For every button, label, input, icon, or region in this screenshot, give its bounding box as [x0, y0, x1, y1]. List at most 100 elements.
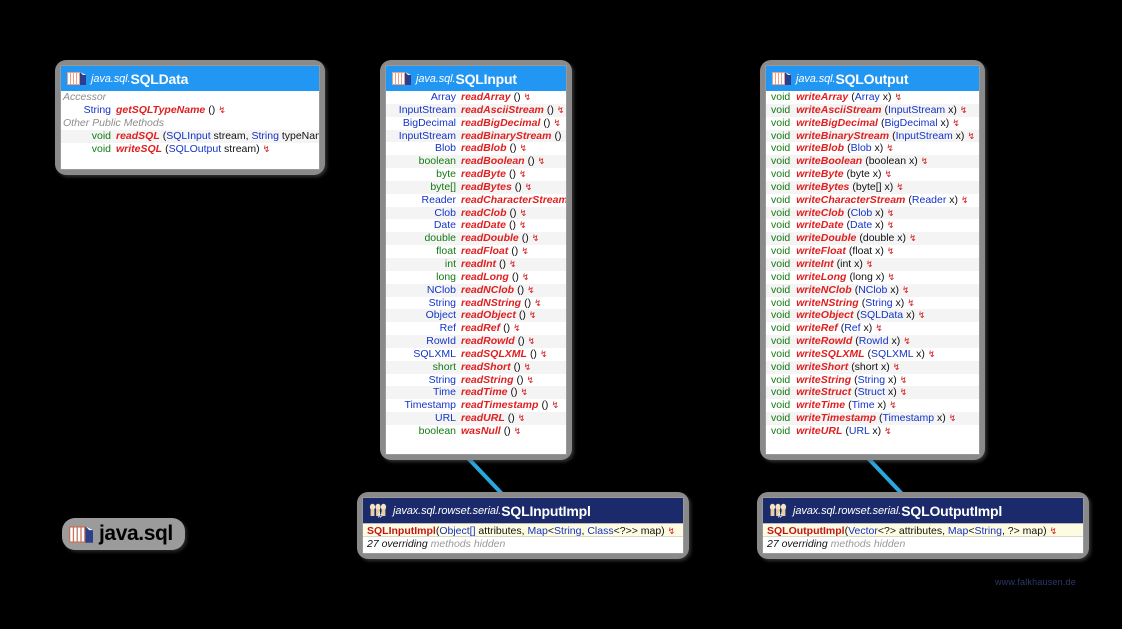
header-sqloutputimpl: # javax.sql.rowset.serial. SQLOutputImpl: [763, 498, 1083, 523]
method-name: writeClob: [796, 206, 845, 219]
return-type: void: [771, 412, 791, 425]
method-name: writeTime: [796, 399, 846, 412]
method-row[interactable]: float readFloat() ↯: [386, 245, 566, 258]
method-row[interactable]: RowId readRowId() ↯: [386, 335, 566, 348]
method-row[interactable]: void writeObject (SQLData x) ↯: [766, 309, 979, 323]
method-row[interactable]: void writeRef (Ref x) ↯: [766, 322, 979, 335]
method-row[interactable]: void writeSQL (SQLOutput stream) ↯: [61, 143, 319, 156]
class-box-sqloutput[interactable]: java.sql. SQLOutput void writeArray (Array…: [760, 60, 985, 460]
method-row[interactable]: Date readDate() ↯: [386, 219, 566, 232]
return-type: boolean: [418, 424, 456, 437]
method-name: writeFloat: [796, 245, 846, 258]
constructor-name: SQLOutputImpl: [767, 525, 845, 537]
method-row[interactable]: void writeByte (byte x) ↯: [766, 168, 979, 181]
method-name: readFloat: [461, 245, 509, 258]
method-args: (): [516, 373, 524, 386]
method-row[interactable]: Timestamp readTimestamp() ↯: [386, 399, 566, 412]
throws-icon: ↯: [952, 117, 960, 128]
method-name: writeBigDecimal: [796, 116, 878, 129]
throws-icon: ↯: [886, 143, 894, 154]
method-name: writeString: [796, 373, 852, 386]
pins-icon: #: [769, 503, 788, 520]
method-row[interactable]: Ref readRef() ↯: [386, 322, 566, 335]
class-box-sqlinput[interactable]: java.sql. SQLInput Array readArray() ↯ Inpu…: [380, 60, 572, 460]
constructor-row[interactable]: SQLOutputImpl(Vector<?> attributes, Map<…: [763, 523, 1083, 537]
hidden-methods-row[interactable]: 27 overriding methods hidden: [763, 537, 1083, 551]
method-row[interactable]: void writeRowId (RowId x) ↯: [766, 335, 979, 348]
method-row[interactable]: void writeStruct (Struct x) ↯: [766, 386, 979, 400]
method-row[interactable]: void writeDate (Date x) ↯: [766, 219, 979, 232]
method-row[interactable]: long readLong() ↯: [386, 271, 566, 284]
method-row[interactable]: short readShort() ↯: [386, 360, 566, 374]
method-name: writeAsciiStream: [796, 103, 882, 116]
method-row[interactable]: void writeString (String x) ↯: [766, 374, 979, 387]
method-row[interactable]: void writeNClob (NClob x) ↯: [766, 283, 979, 297]
method-name: writeObject: [796, 309, 854, 322]
method-row[interactable]: boolean wasNull() ↯: [386, 425, 566, 438]
method-row[interactable]: void writeTime (Time x) ↯: [766, 399, 979, 412]
return-type: void: [771, 322, 791, 335]
method-row[interactable]: void writeShort (short x) ↯: [766, 360, 979, 374]
method-args: (InputStream x): [884, 103, 957, 116]
method-row[interactable]: NClob readNClob() ↯: [386, 283, 566, 297]
method-name: readBoolean: [461, 155, 525, 168]
method-row[interactable]: String readNString() ↯: [386, 297, 566, 310]
method-row[interactable]: void writeNString (String x) ↯: [766, 297, 979, 310]
method-row[interactable]: byte readByte() ↯: [386, 168, 566, 181]
method-row[interactable]: double readDouble() ↯: [386, 232, 566, 246]
constructor-row[interactable]: SQLInputImpl(Object[] attributes, Map<St…: [363, 523, 683, 537]
package-badge[interactable]: java.sql: [62, 518, 185, 550]
method-row[interactable]: Time readTime() ↯: [386, 386, 566, 400]
method-row[interactable]: InputStream readAsciiStream() ↯: [386, 103, 566, 117]
method-row[interactable]: Clob readClob() ↯: [386, 206, 566, 220]
method-row[interactable]: void writeDouble (double x) ↯: [766, 232, 979, 246]
books-icon: [67, 71, 86, 86]
method-name: readDouble: [461, 232, 519, 245]
method-row[interactable]: void writeLong (long x) ↯: [766, 271, 979, 284]
method-row[interactable]: void readSQL (SQLInput stream, String type…: [61, 129, 319, 143]
return-type: void: [771, 386, 791, 399]
method-row[interactable]: Object readObject() ↯: [386, 309, 566, 323]
method-row[interactable]: Array readArray() ↯: [386, 91, 566, 104]
method-args: (URL x): [845, 424, 882, 437]
throws-icon: ↯: [539, 348, 548, 359]
method-row[interactable]: void writeSQLXML (SQLXML x) ↯: [766, 348, 979, 361]
method-row[interactable]: URL readURL() ↯: [386, 412, 566, 425]
method-row[interactable]: void writeAsciiStream (InputStream x) ↯: [766, 103, 979, 117]
method-args: (Time x): [848, 399, 887, 412]
return-type: void: [771, 309, 791, 322]
method-row[interactable]: boolean readBoolean() ↯: [386, 155, 566, 169]
method-row[interactable]: ReaderreadCharacterStream()↯: [386, 194, 566, 207]
method-row[interactable]: void writeCharacterStream (Reader x) ↯: [766, 194, 979, 207]
method-row[interactable]: Blob readBlob() ↯: [386, 142, 566, 155]
books-icon: [772, 71, 791, 86]
method-args: (): [508, 168, 516, 181]
method-args: (byte x): [846, 168, 882, 181]
method-row[interactable]: void writeBigDecimal (BigDecimal x) ↯: [766, 117, 979, 130]
method-row[interactable]: void writeURL (URL x) ↯: [766, 425, 979, 438]
method-row[interactable]: String getSQLTypeName() ↯: [61, 104, 319, 117]
method-row[interactable]: SQLXML readSQLXML() ↯: [386, 348, 566, 361]
method-row[interactable]: void writeBlob (Blob x) ↯: [766, 142, 979, 155]
method-row[interactable]: void writeBoolean (boolean x) ↯: [766, 155, 979, 169]
method-row[interactable]: void writeArray (Array x) ↯: [766, 91, 979, 104]
method-row[interactable]: byte[] readBytes() ↯: [386, 180, 566, 194]
class-box-sqldata[interactable]: java.sql. SQLData Accessor String getSQLTy…: [55, 60, 325, 175]
method-row[interactable]: BigDecimal readBigDecimal() ↯: [386, 117, 566, 130]
hidden-methods-row[interactable]: 27 overriding methods hidden: [363, 537, 683, 551]
method-args: (Struct x): [854, 386, 897, 399]
method-row[interactable]: InputStream readBinaryStream()↯: [386, 129, 566, 143]
class-box-sqlinputimpl[interactable]: # javax.sql.rowset.serial. SQLInputImpl …: [357, 492, 689, 559]
method-row[interactable]: void writeBinaryStream (InputStream x) ↯: [766, 129, 979, 143]
method-row[interactable]: void writeBytes (byte[] x) ↯: [766, 180, 979, 194]
link-sqloutput-sqloutputimpl: [864, 454, 907, 499]
class-box-sqloutputimpl[interactable]: # javax.sql.rowset.serial. SQLOutputImpl…: [757, 492, 1089, 559]
method-row[interactable]: void writeInt (int x) ↯: [766, 257, 979, 271]
method-row[interactable]: void writeFloat (float x) ↯: [766, 245, 979, 258]
return-type: BigDecimal: [402, 116, 456, 129]
method-row[interactable]: String readString() ↯: [386, 374, 566, 387]
method-row[interactable]: void writeTimestamp (Timestamp x) ↯: [766, 412, 979, 425]
throws-icon: ↯: [667, 526, 676, 536]
method-row[interactable]: void writeClob (Clob x) ↯: [766, 206, 979, 220]
method-row[interactable]: int readInt() ↯: [386, 257, 566, 271]
